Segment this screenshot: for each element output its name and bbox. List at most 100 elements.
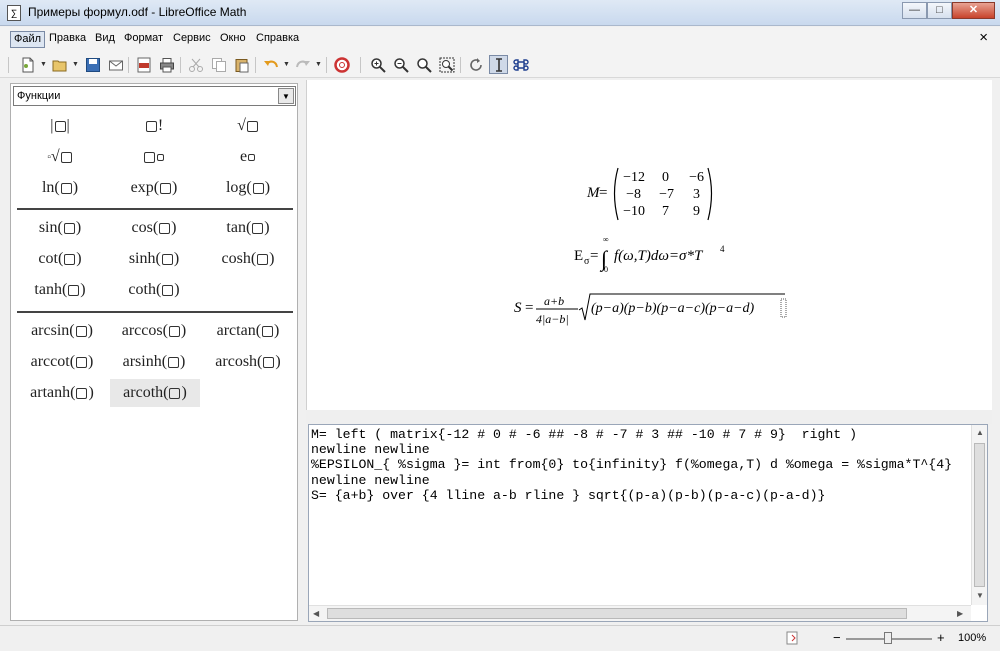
element-arctan[interactable]: arctan() — [205, 317, 291, 345]
dropdown-arrow-icon[interactable]: ▼ — [278, 88, 294, 104]
equals-sign: = — [599, 185, 607, 201]
menu-file[interactable]: Файл — [10, 31, 46, 48]
menu-edit[interactable]: Правка — [46, 31, 89, 48]
element-factorial[interactable]: ! — [119, 112, 189, 140]
new-dropdown-arrow[interactable]: ▼ — [40, 61, 47, 68]
redo-icon[interactable] — [293, 55, 312, 74]
redo-dropdown-arrow[interactable]: ▼ — [315, 61, 322, 68]
matrix-cell: 7 — [662, 204, 669, 219]
element-arccos[interactable]: arccos() — [111, 317, 197, 345]
horizontal-scrollbar[interactable]: ◀ ▶ — [309, 605, 971, 621]
undo-icon[interactable] — [261, 55, 280, 74]
elements-panel: Функции ▼ | | ! √ ▫ √ e ln() exp() log() s… — [10, 83, 298, 621]
formula-preview[interactable]: M = −12 0 −6 −8 −7 3 −10 7 9 E σ = ∫ ∞ 0… — [306, 80, 992, 410]
menu-view[interactable]: Вид — [92, 31, 118, 48]
save-icon[interactable] — [83, 55, 102, 74]
element-sqrt[interactable]: √ — [213, 112, 283, 140]
scroll-right-icon[interactable]: ▶ — [957, 609, 963, 618]
menu-tools[interactable]: Сервис — [170, 31, 214, 48]
toolbar-separator — [326, 57, 327, 73]
element-exp[interactable]: exp() — [119, 174, 189, 202]
menu-bar: Файл Правка Вид Формат Сервис Окно Справ… — [0, 27, 1000, 51]
zoom-out-icon[interactable] — [391, 55, 410, 74]
paste-icon[interactable] — [232, 55, 251, 74]
element-nroot[interactable]: ▫ √ — [25, 143, 95, 171]
update-icon[interactable] — [466, 55, 485, 74]
menu-help[interactable]: Справка — [253, 31, 302, 48]
print-icon[interactable] — [157, 55, 176, 74]
matrix-cell: 0 — [662, 170, 669, 185]
scroll-left-icon[interactable]: ◀ — [313, 609, 319, 618]
element-artanh[interactable]: artanh() — [19, 379, 105, 407]
right-paren — [707, 167, 713, 221]
window-title: Примеры формул.odf - LibreOffice Math — [28, 5, 247, 19]
zoom-in-button[interactable]: + — [937, 630, 945, 645]
element-sin[interactable]: sin() — [25, 214, 95, 242]
element-arcoth[interactable]: arcoth() — [110, 379, 200, 407]
help-icon[interactable] — [332, 55, 351, 74]
zoom-100-icon[interactable] — [414, 55, 433, 74]
menu-format[interactable]: Формат — [121, 31, 166, 48]
formula-cursor-icon[interactable] — [489, 55, 508, 74]
horizontal-splitter[interactable] — [306, 410, 992, 424]
open-dropdown-arrow[interactable]: ▼ — [72, 61, 79, 68]
group-divider — [17, 208, 293, 210]
new-document-icon[interactable] — [18, 55, 37, 74]
element-log[interactable]: log() — [213, 174, 283, 202]
element-ln[interactable]: ln() — [25, 174, 95, 202]
element-arsinh[interactable]: arsinh() — [111, 348, 197, 376]
toolbar-separator — [460, 57, 461, 73]
undo-dropdown-arrow[interactable]: ▼ — [283, 61, 290, 68]
close-button[interactable]: ✕ — [952, 2, 995, 19]
element-arcosh[interactable]: arcosh() — [205, 348, 291, 376]
element-abs[interactable]: | | — [25, 112, 95, 140]
close-document-icon[interactable]: × — [979, 29, 988, 46]
cut-icon[interactable] — [186, 55, 205, 74]
element-arcsin[interactable]: arcsin() — [19, 317, 105, 345]
maximize-button[interactable]: □ — [927, 2, 952, 19]
document-modified-icon[interactable] — [786, 630, 800, 646]
formula-cursor — [780, 298, 787, 318]
matrix-cell: 3 — [693, 187, 700, 202]
fraction-numerator: a+b — [544, 294, 564, 308]
minimize-button[interactable]: — — [902, 2, 927, 19]
group-divider — [17, 311, 293, 313]
editor-text[interactable]: M= left ( matrix{-12 # 0 # -6 ## -8 # -7… — [311, 427, 971, 603]
symbols-icon[interactable] — [511, 55, 530, 74]
scroll-up-icon[interactable]: ▲ — [976, 428, 984, 437]
element-cot[interactable]: cot() — [25, 245, 95, 273]
export-pdf-icon[interactable] — [134, 55, 153, 74]
equals-sign: = — [525, 300, 533, 316]
element-tanh[interactable]: tanh() — [25, 276, 95, 304]
scroll-down-icon[interactable]: ▼ — [976, 591, 984, 600]
zoom-level[interactable]: 100% — [958, 632, 986, 644]
element-cosh[interactable]: cosh() — [213, 245, 283, 273]
formula-command-editor[interactable]: M= left ( matrix{-12 # 0 # -6 ## -8 # -7… — [308, 424, 988, 622]
menu-window[interactable]: Окно — [217, 31, 249, 48]
element-sinh[interactable]: sinh() — [119, 245, 189, 273]
element-tan[interactable]: tan() — [213, 214, 283, 242]
element-power[interactable] — [119, 143, 189, 171]
element-exp-power[interactable]: e — [213, 143, 283, 171]
element-coth[interactable]: coth() — [119, 276, 189, 304]
element-arccot[interactable]: arccot() — [19, 348, 105, 376]
show-all-icon[interactable] — [437, 55, 456, 74]
email-icon[interactable] — [106, 55, 125, 74]
copy-icon[interactable] — [209, 55, 228, 74]
vertical-splitter[interactable] — [299, 80, 306, 622]
power-superscript: 4 — [720, 244, 725, 254]
horizontal-scroll-thumb[interactable] — [327, 608, 907, 619]
matrix-cell: −12 — [623, 170, 645, 185]
vertical-scroll-thumb[interactable] — [974, 443, 985, 587]
toolbar-separator — [360, 57, 361, 73]
fraction-denominator: 4|a−b| — [536, 312, 569, 326]
zoom-slider-knob[interactable] — [884, 632, 892, 644]
zoom-in-icon[interactable] — [368, 55, 387, 74]
open-icon[interactable] — [50, 55, 69, 74]
element-cos[interactable]: cos() — [119, 214, 189, 242]
zoom-out-button[interactable]: − — [833, 630, 841, 645]
element-category-select[interactable]: Функции ▼ — [13, 86, 296, 106]
matrix-cell: −10 — [623, 204, 645, 219]
element-category-value: Функции — [17, 90, 61, 102]
vertical-scrollbar[interactable]: ▲ ▼ — [971, 425, 987, 605]
